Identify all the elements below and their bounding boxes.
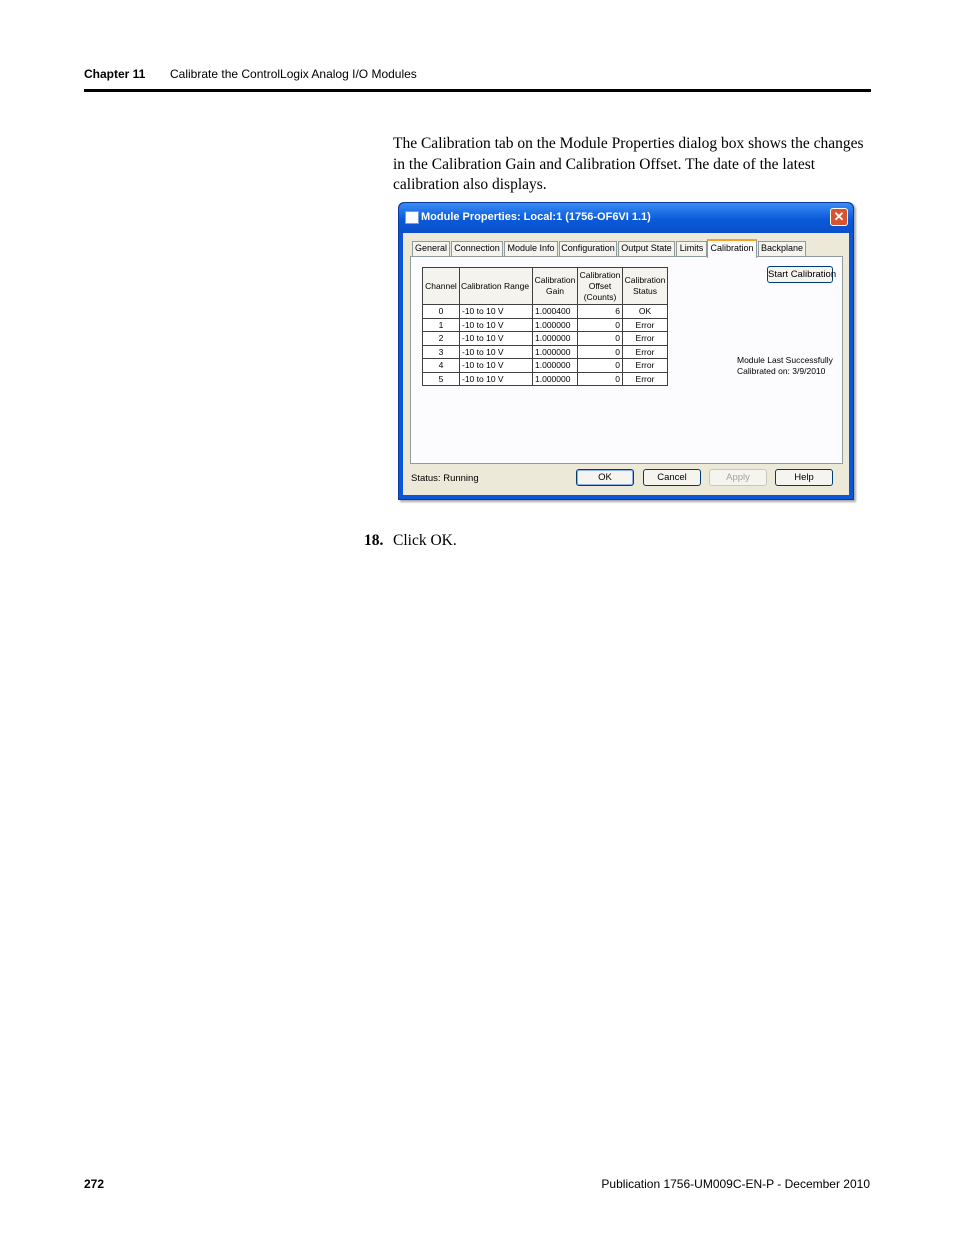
- cell-gain: 1.000000: [532, 331, 578, 346]
- last-calibrated-info: Module Last Successfully Calibrated on: …: [737, 355, 833, 377]
- column-header-channel: Channel: [422, 267, 460, 305]
- page-number: 272: [84, 1177, 105, 1191]
- step-text: Click OK.: [393, 532, 457, 549]
- cell-gain: 1.000000: [532, 317, 578, 332]
- header-rule: [84, 89, 871, 92]
- cell-channel: 0: [422, 304, 460, 319]
- column-header-gain: Calibration Gain: [532, 267, 578, 305]
- cell-offset: 0: [577, 331, 623, 346]
- cell-gain: 1.000000: [532, 371, 578, 386]
- table-row[interactable]: 5 -10 to 10 V 1.000000 0 Error: [422, 371, 668, 386]
- cell-channel: 1: [422, 317, 460, 332]
- tab-general[interactable]: General: [412, 241, 450, 256]
- calibration-panel: Channel Calibration Range Calibration Ga…: [410, 256, 843, 464]
- cell-channel: 2: [422, 331, 460, 346]
- tab-connection[interactable]: Connection: [451, 241, 503, 256]
- cell-channel: 4: [422, 358, 460, 373]
- cell-range: -10 to 10 V: [459, 317, 533, 332]
- table-row[interactable]: 0 -10 to 10 V 1.000400 6 OK: [422, 304, 668, 319]
- calibration-table: Channel Calibration Range Calibration Ga…: [422, 267, 668, 386]
- publication-info: Publication 1756-UM009C-EN-P - December …: [601, 1177, 870, 1191]
- tab-output-state[interactable]: Output State: [618, 241, 675, 256]
- dialog-title: Module Properties: Local:1 (1756-OF6VI 1…: [421, 211, 651, 223]
- start-calibration-button[interactable]: Start Calibration: [767, 266, 836, 283]
- cell-range: -10 to 10 V: [459, 358, 533, 373]
- cell-offset: 6: [577, 304, 623, 319]
- module-properties-dialog: Module Properties: Local:1 (1756-OF6VI 1…: [398, 202, 854, 500]
- cell-range: -10 to 10 V: [459, 331, 533, 346]
- help-button[interactable]: Help: [775, 469, 833, 486]
- body-paragraph: The Calibration tab on the Module Proper…: [393, 135, 864, 193]
- cell-status: Error: [622, 331, 668, 346]
- step-number: 18.: [364, 532, 384, 549]
- tab-calibration[interactable]: Calibration: [707, 239, 757, 258]
- table-row[interactable]: 1 -10 to 10 V 1.000000 0 Error: [422, 317, 668, 332]
- cell-range: -10 to 10 V: [459, 344, 533, 359]
- close-icon[interactable]: ✕: [830, 208, 848, 226]
- last-calibrated-date: Calibrated on: 3/9/2010: [737, 366, 826, 376]
- cell-range: -10 to 10 V: [459, 304, 533, 319]
- chapter-title: Calibrate the ControlLogix Analog I/O Mo…: [170, 67, 417, 81]
- cell-offset: 0: [577, 344, 623, 359]
- tab-backplane[interactable]: Backplane: [758, 241, 806, 256]
- cell-offset: 0: [577, 358, 623, 373]
- dialog-titlebar[interactable]: Module Properties: Local:1 (1756-OF6VI 1…: [399, 203, 853, 233]
- cell-channel: 5: [422, 371, 460, 386]
- cell-offset: 0: [577, 371, 623, 386]
- cell-gain: 1.000400: [532, 304, 578, 319]
- column-header-status: Calibration Status: [622, 267, 668, 305]
- window-icon: [405, 211, 419, 224]
- dialog-body: General Connection Module Info Configura…: [403, 233, 849, 495]
- status-text: Status: Running: [411, 473, 479, 484]
- tab-configuration[interactable]: Configuration: [559, 241, 617, 256]
- table-row[interactable]: 4 -10 to 10 V 1.000000 0 Error: [422, 358, 668, 373]
- cell-status: Error: [622, 344, 668, 359]
- tab-limits[interactable]: Limits: [676, 241, 707, 256]
- cell-status: Error: [622, 358, 668, 373]
- cancel-button[interactable]: Cancel: [643, 469, 701, 486]
- apply-button[interactable]: Apply: [709, 469, 767, 486]
- cell-range: -10 to 10 V: [459, 371, 533, 386]
- column-header-offset: Calibration Offset (Counts): [577, 267, 623, 305]
- cell-status: OK: [622, 304, 668, 319]
- table-row[interactable]: 3 -10 to 10 V 1.000000 0 Error: [422, 344, 668, 359]
- table-row[interactable]: 2 -10 to 10 V 1.000000 0 Error: [422, 331, 668, 346]
- cell-gain: 1.000000: [532, 344, 578, 359]
- chapter-label: Chapter 11: [84, 67, 146, 81]
- tab-module-info[interactable]: Module Info: [504, 241, 558, 256]
- cell-gain: 1.000000: [532, 358, 578, 373]
- cell-offset: 0: [577, 317, 623, 332]
- cell-status: Error: [622, 317, 668, 332]
- column-header-range: Calibration Range: [459, 267, 533, 305]
- cell-channel: 3: [422, 344, 460, 359]
- cell-status: Error: [622, 371, 668, 386]
- ok-button[interactable]: OK: [576, 469, 634, 486]
- last-calibrated-line1: Module Last Successfully: [737, 355, 833, 365]
